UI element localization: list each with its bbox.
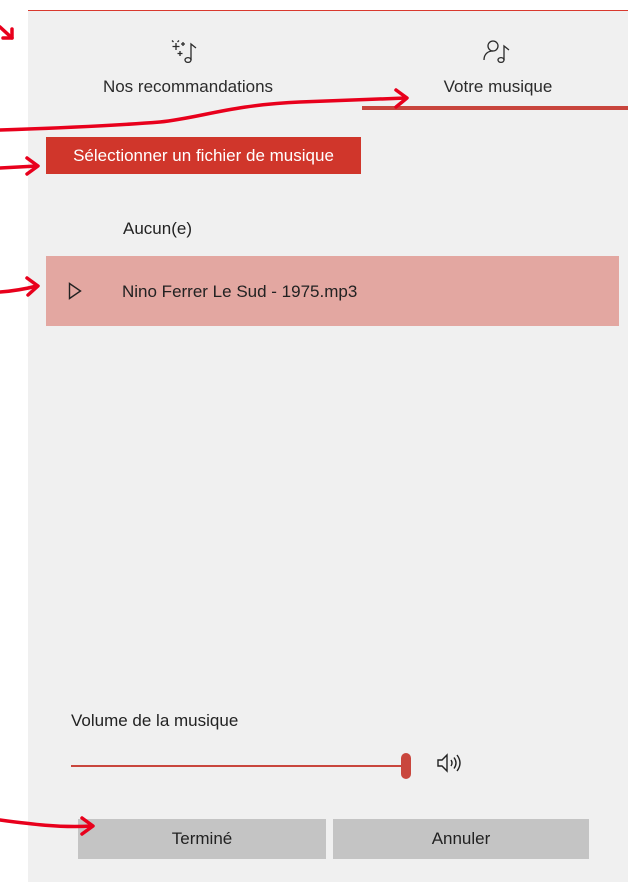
person-music-icon — [363, 39, 628, 65]
tab-recommendations-label: Nos recommandations — [102, 77, 274, 96]
list-item-none[interactable]: Aucun(e) — [123, 219, 192, 239]
tab-recommendations[interactable]: Nos recommandations — [68, 11, 308, 109]
play-icon[interactable] — [68, 282, 82, 300]
volume-slider-thumb[interactable] — [401, 753, 411, 779]
track-name: Nino Ferrer Le Sud - 1975.mp3 — [122, 282, 358, 301]
volume-label: Volume de la musique — [71, 711, 239, 730]
volume-slider[interactable] — [71, 753, 411, 781]
active-tab-indicator — [362, 106, 628, 110]
sparkle-music-icon — [68, 39, 308, 65]
list-item-selected-track[interactable]: Nino Ferrer Le Sud - 1975.mp3 — [46, 256, 619, 326]
annotation-arrow — [0, 25, 14, 40]
music-picker-panel: Nos recommandations Votre musique Sélect… — [28, 10, 628, 882]
tab-your-music[interactable]: Votre musique — [363, 11, 628, 109]
tab-your-music-label: Votre musique — [443, 77, 553, 96]
cancel-button[interactable]: Annuler — [333, 819, 589, 859]
done-button[interactable]: Terminé — [78, 819, 326, 859]
speaker-icon[interactable] — [436, 752, 462, 774]
volume-slider-track — [71, 765, 409, 767]
select-music-file-button[interactable]: Sélectionner un fichier de musique — [46, 137, 361, 174]
